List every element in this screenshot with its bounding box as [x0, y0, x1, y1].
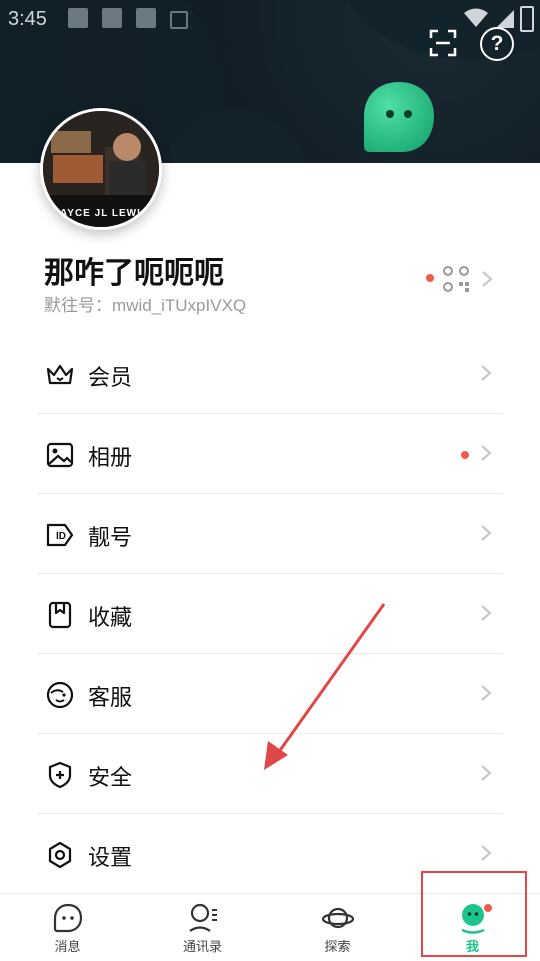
bookmark-icon: [48, 601, 72, 629]
image-icon: [46, 442, 74, 468]
chevron-right-icon: [481, 365, 492, 381]
tab-label: 通讯录: [182, 939, 222, 954]
menu-label: 靓号: [88, 525, 133, 550]
tab-contacts[interactable]: 通讯录: [135, 894, 270, 961]
shield-icon: [48, 761, 72, 789]
wifi-icon: [464, 8, 488, 27]
tab-messages[interactable]: 消息: [0, 894, 135, 961]
crown-icon: [46, 364, 74, 385]
menu-label: 收藏: [88, 605, 133, 630]
menu-item-settings[interactable]: 设置: [37, 814, 503, 893]
menu-label: 设置: [88, 845, 133, 870]
chevron-right-icon: [481, 445, 492, 461]
notification-icon: [136, 8, 156, 28]
customer-service-icon: [46, 681, 74, 709]
help-icon[interactable]: ?: [480, 27, 514, 61]
menu-item-album[interactable]: 相册: [37, 414, 503, 494]
image-notification-icon: [102, 8, 122, 28]
avatar-caption: JAYCE JL LEWIS: [53, 208, 149, 219]
status-time: 3:45: [8, 8, 47, 30]
tab-explore[interactable]: 探索: [270, 894, 405, 961]
signal-icon: [496, 10, 514, 28]
tab-label: 消息: [54, 939, 81, 954]
chevron-right-icon: [481, 845, 492, 861]
settings-menu: 会员 相册 ID 靓号 收藏 客服 安全 设置: [37, 334, 503, 893]
menu-label: 相册: [88, 445, 133, 470]
user-id: 默往号：mwid_iTUxpIVXQ: [44, 296, 247, 315]
menu-item-premium-id[interactable]: ID 靓号: [37, 494, 503, 574]
contacts-icon: [188, 903, 217, 932]
menu-item-security[interactable]: 安全: [37, 734, 503, 814]
menu-label: 客服: [88, 685, 133, 710]
battery-icon: [520, 6, 534, 32]
menu-item-membership[interactable]: 会员: [37, 334, 503, 414]
new-dot: [484, 904, 492, 912]
menu-label: 安全: [88, 765, 133, 790]
avatar[interactable]: JAYCE JL LEWIS: [40, 108, 162, 230]
id-tag-icon: ID: [46, 523, 74, 547]
qr-code-icon: [443, 266, 469, 292]
chevron-right-icon: [481, 685, 492, 701]
mascot-icon: [364, 82, 434, 152]
user-nickname: 那咋了呃呃呃: [44, 257, 224, 290]
settings-icon: [48, 841, 72, 869]
notification-icon: [68, 8, 88, 28]
qr-code-entry[interactable]: [426, 262, 496, 296]
status-bar: 3:45: [0, 0, 540, 36]
tab-label: 探索: [324, 939, 351, 954]
chevron-right-icon: [482, 271, 493, 287]
new-dot: [461, 451, 469, 459]
chevron-right-icon: [481, 605, 492, 621]
menu-item-customer-service[interactable]: 客服: [37, 654, 503, 734]
message-icon: [53, 903, 82, 933]
chevron-right-icon: [481, 525, 492, 541]
chevron-right-icon: [481, 765, 492, 781]
menu-label: 会员: [88, 365, 133, 390]
scan-icon[interactable]: [428, 28, 458, 58]
planet-icon: [321, 907, 354, 929]
new-dot: [426, 274, 434, 282]
svg-text:ID: ID: [56, 531, 66, 542]
bottom-tab-bar: 消息 通讯录 探索 我: [0, 893, 540, 961]
tab-label: 我: [465, 939, 479, 954]
menu-item-favorites[interactable]: 收藏: [37, 574, 503, 654]
notification-icon: [170, 11, 188, 29]
tab-me[interactable]: 我: [405, 894, 540, 961]
